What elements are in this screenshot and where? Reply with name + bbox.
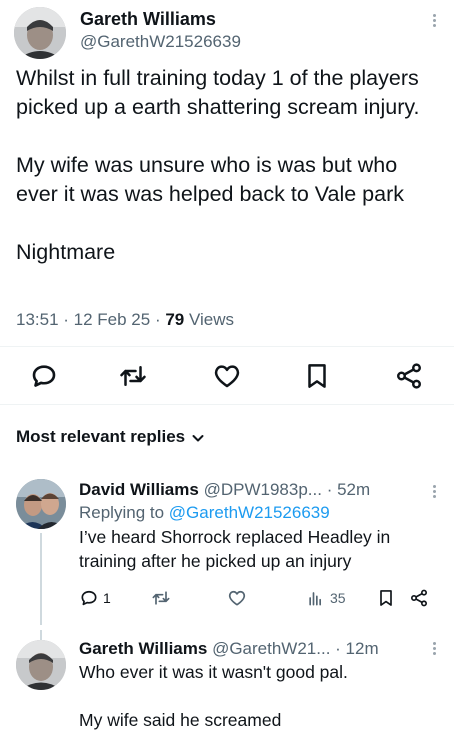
reply-item[interactable]: David Williams @DPW1983p... · 52m Replyi… [0, 475, 454, 625]
replies-sort-label: Most relevant replies [16, 427, 186, 446]
tweet-paragraph: Whilst in full training today 1 of the p… [16, 66, 420, 119]
reply-avatar[interactable] [16, 479, 66, 529]
tweet-paragraph: My wife was unsure who is was but who ev… [16, 153, 404, 206]
reply-author-handle[interactable]: @GarethW21... [212, 639, 330, 658]
divider [0, 346, 454, 347]
views-icon [309, 592, 321, 606]
reply-text: My wife said he screamed [79, 710, 282, 730]
reply-author-handle[interactable]: @DPW1983p... [204, 480, 322, 499]
more-options-icon[interactable] [428, 483, 440, 503]
tweet-text: Whilst in full training today 1 of the p… [16, 64, 440, 267]
share-icon[interactable] [409, 587, 429, 609]
share-icon[interactable] [394, 361, 424, 391]
more-options-icon[interactable] [428, 12, 440, 32]
reply-text: Who ever it was it wasn't good pal. [79, 662, 348, 682]
replying-to: Replying to @GarethW21526639 [79, 501, 441, 525]
chevron-down-icon [192, 434, 204, 442]
reply-age[interactable]: · 52m [327, 480, 370, 499]
reply-author-name[interactable]: Gareth Williams [79, 639, 207, 658]
separator: · [150, 310, 166, 329]
reply-views-count: 35 [330, 590, 346, 606]
thread-line [40, 533, 42, 625]
thread-line [40, 630, 42, 640]
like-icon[interactable] [212, 361, 242, 391]
reply-icon[interactable] [29, 361, 59, 391]
bookmark-icon[interactable] [376, 587, 396, 609]
reply-reply-button[interactable]: 1 [79, 587, 111, 609]
like-icon[interactable] [227, 587, 247, 609]
tweet-meta: 13:51 · 12 Feb 25 · 79 Views [16, 308, 234, 332]
bookmark-icon[interactable] [302, 361, 332, 391]
reply-count: 1 [103, 590, 111, 606]
reply-avatar[interactable] [16, 640, 66, 690]
retweet-icon[interactable] [151, 587, 171, 609]
reply-age[interactable]: · 12m [335, 639, 378, 658]
views-button[interactable]: 35 [306, 587, 346, 609]
reply-action-bar: 1 35 [79, 587, 449, 611]
views-label: Views [188, 310, 235, 329]
tweet-date[interactable]: 12 Feb 25 [74, 310, 151, 329]
author-name[interactable]: Gareth Williams [80, 8, 241, 30]
more-options-icon[interactable] [428, 640, 440, 660]
replying-handle-link[interactable]: @GarethW21526639 [169, 503, 330, 522]
replying-prefix: Replying to [79, 503, 165, 522]
tweet-time[interactable]: 13:51 [16, 310, 59, 329]
author-handle[interactable]: @GarethW21526639 [80, 31, 241, 53]
separator: · [58, 310, 74, 329]
tweet-paragraph: Nightmare [16, 240, 116, 264]
reply-author-name[interactable]: David Williams [79, 480, 199, 499]
reply-item[interactable]: Gareth Williams @GarethW21... · 12m Who … [0, 630, 454, 750]
tweet-action-bar [0, 355, 454, 395]
divider [0, 404, 454, 405]
replies-sort-dropdown[interactable]: Most relevant replies [16, 425, 205, 449]
reply-icon [81, 590, 97, 606]
reply-text: I’ve heard Shorrock replaced Headley in … [79, 527, 391, 571]
retweet-icon[interactable] [118, 361, 148, 391]
views-count: 79 [165, 310, 185, 329]
author-avatar[interactable] [14, 7, 66, 59]
tweet-header: Gareth Williams @GarethW21526639 [14, 4, 440, 60]
